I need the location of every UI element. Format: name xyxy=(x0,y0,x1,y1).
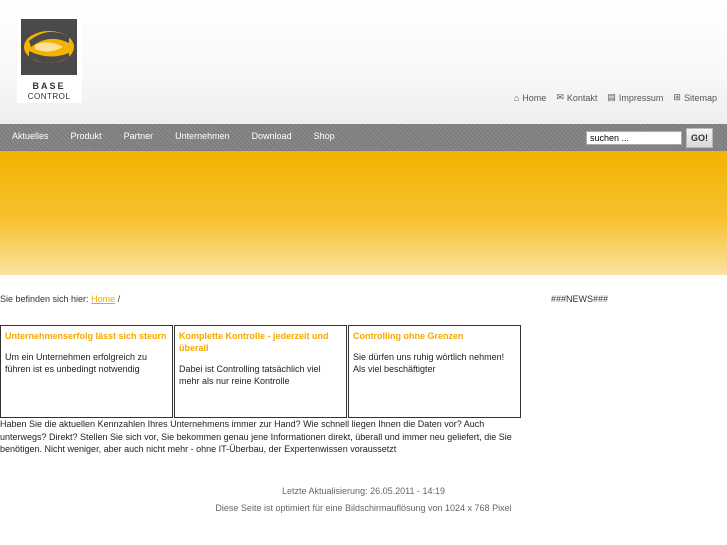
logo-text-base: BASE xyxy=(32,81,65,91)
top-links: ⌂ Home ✉ Kontakt ▤ Impressum ⊞ Sitemap xyxy=(514,92,717,103)
teaser-title[interactable]: Controlling ohne Grenzen xyxy=(353,330,516,342)
toplink-kontakt[interactable]: ✉ Kontakt xyxy=(556,92,597,103)
breadcrumb: Sie befinden sich hier: Home / xyxy=(0,294,120,304)
document-icon: ▤ xyxy=(607,92,616,102)
base-control-logo[interactable]: BASE CONTROL xyxy=(17,17,82,103)
teaser-box: Controlling ohne Grenzen Sie dürfen uns … xyxy=(348,325,521,418)
footer-last-updated: Letzte Aktualisierung: 26.05.2011 - 14:1… xyxy=(282,486,445,496)
toplink-label: Sitemap xyxy=(683,92,717,103)
breadcrumb-separator: / xyxy=(117,294,121,304)
teaser-title[interactable]: Unternehmenserfolg lässt sich steurn xyxy=(5,330,168,342)
header-banner xyxy=(0,151,727,275)
nav-item-download[interactable]: Download xyxy=(252,131,292,141)
sitemap-icon: ⊞ xyxy=(673,92,681,102)
toplink-home[interactable]: ⌂ Home xyxy=(514,92,546,103)
footer-resolution-note: Diese Seite ist optimiert für eine Bilds… xyxy=(215,503,512,513)
nav-item-produkt[interactable]: Produkt xyxy=(71,131,102,141)
toplink-label: Impressum xyxy=(618,92,664,103)
home-icon: ⌂ xyxy=(513,92,520,103)
logo-graphic: BASE CONTROL xyxy=(21,19,77,101)
nav-item-unternehmen[interactable]: Unternehmen xyxy=(175,131,230,141)
nav-item-shop[interactable]: Shop xyxy=(314,131,335,141)
page-header: BASE CONTROL ⌂ Home ✉ Kontakt ▤ Impressu… xyxy=(0,0,727,124)
teaser-box: Komplette Kontrolle - jederzeit und über… xyxy=(174,325,347,418)
toplink-sitemap[interactable]: ⊞ Sitemap xyxy=(673,92,717,103)
main-nav: Aktuelles Produkt Partner Unternehmen Do… xyxy=(12,131,357,141)
nav-item-aktuelles[interactable]: Aktuelles xyxy=(12,131,49,141)
breadcrumb-prefix: Sie befinden sich hier: xyxy=(0,294,89,304)
nav-item-partner[interactable]: Partner xyxy=(124,131,154,141)
toplink-label: Home xyxy=(522,92,547,103)
intro-text: Haben Sie die aktuellen Kennzahlen Ihres… xyxy=(0,419,512,454)
logo-text-control: CONTROL xyxy=(28,92,71,101)
search-input[interactable] xyxy=(586,131,682,145)
teaser-text: Dabei ist Controlling tatsächlich viel m… xyxy=(179,364,321,386)
teaser-text: Um ein Unternehmen erfolgreich zu führen… xyxy=(5,352,148,374)
teaser-title[interactable]: Komplette Kontrolle - jederzeit und über… xyxy=(179,330,342,354)
toplink-impressum[interactable]: ▤ Impressum xyxy=(607,92,663,103)
search-go-button[interactable]: GO! xyxy=(686,128,713,148)
toplink-label: Kontakt xyxy=(566,92,598,103)
teaser-boxes: Unternehmenserfolg lässt sich steurn Um … xyxy=(0,325,521,418)
news-placeholder: ###NEWS### xyxy=(551,294,609,304)
breadcrumb-home-link[interactable]: Home xyxy=(91,294,115,304)
mail-icon: ✉ xyxy=(556,92,564,102)
teaser-text: Sie dürfen uns ruhig wörtlich nehmen! Al… xyxy=(353,352,505,374)
teaser-box: Unternehmenserfolg lässt sich steurn Um … xyxy=(0,325,173,418)
